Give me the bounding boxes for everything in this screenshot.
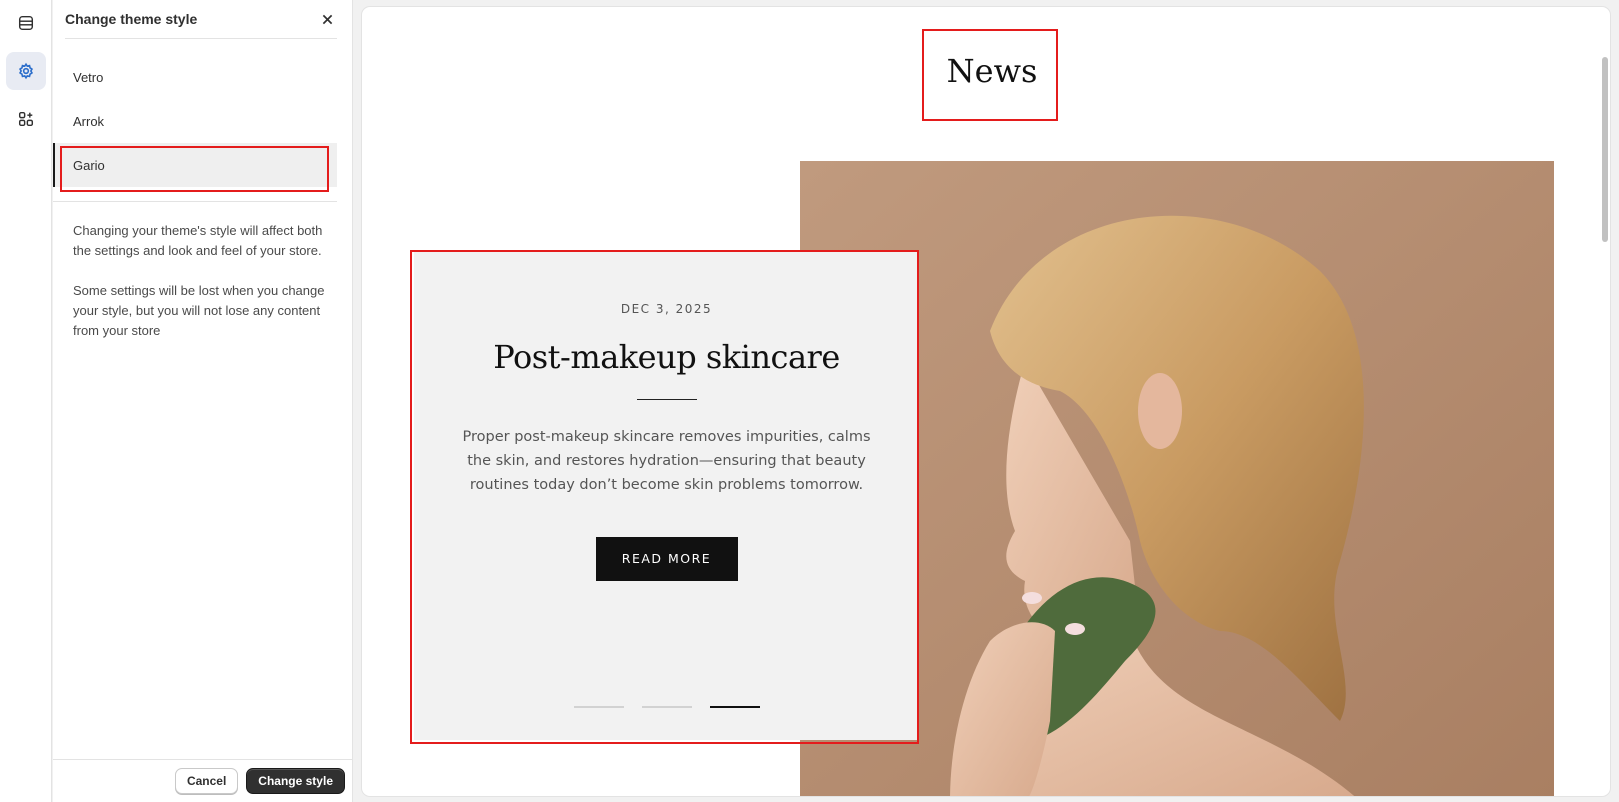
slide-dot-active[interactable] — [709, 706, 760, 708]
slideshow-pagination — [414, 706, 919, 708]
icon-rail — [0, 0, 52, 802]
news-heading: News — [946, 52, 1038, 90]
style-option-label: Gario — [73, 157, 105, 173]
read-more-button[interactable]: READ MORE — [595, 537, 738, 581]
style-option-arrok[interactable]: Arrok — [53, 99, 352, 143]
panel-header: Change theme style — [65, 0, 337, 39]
help-paragraph: Changing your theme's style will affect … — [73, 223, 323, 258]
storefront-preview: News DEC 3, 2025 Post-makeup skincare Pr… — [362, 7, 1610, 796]
title-divider — [636, 399, 697, 400]
slide-dot[interactable] — [573, 706, 624, 708]
slide-dot[interactable] — [641, 706, 692, 708]
style-option-gario[interactable]: Gario — [53, 143, 337, 192]
preview-scrollbar[interactable] — [1600, 7, 1610, 796]
style-option-label: Vetro — [73, 69, 104, 85]
help-text: Changing your theme's style will affect … — [53, 202, 352, 341]
article-title[interactable]: Post-makeup skincare — [414, 338, 919, 376]
change-theme-style-panel: Change theme style Vetro Arrok Gario Cha… — [53, 0, 353, 802]
sections-button[interactable] — [6, 4, 46, 42]
panel-title: Change theme style — [65, 11, 198, 27]
sections-icon — [18, 15, 34, 31]
cancel-button[interactable]: Cancel — [174, 768, 239, 794]
style-option-label: Arrok — [73, 113, 105, 129]
close-button[interactable] — [317, 9, 337, 29]
scrollbar-thumb[interactable] — [1602, 57, 1608, 242]
apps-button[interactable] — [6, 100, 46, 138]
change-style-button[interactable]: Change style — [246, 768, 345, 794]
settings-button[interactable] — [6, 52, 46, 90]
help-paragraph: Some settings will be lost when you chan… — [73, 283, 325, 338]
article-excerpt: Proper post-makeup skincare removes impu… — [462, 429, 871, 493]
gear-icon — [18, 62, 34, 80]
article-card: DEC 3, 2025 Post-makeup skincare Proper … — [414, 252, 919, 740]
style-list: Vetro Arrok Gario — [53, 55, 352, 192]
article-date: DEC 3, 2025 — [620, 302, 713, 316]
panel-footer: Cancel Change style — [53, 759, 353, 802]
close-icon — [322, 14, 332, 24]
apps-icon — [18, 111, 34, 127]
style-option-vetro[interactable]: Vetro — [53, 55, 352, 99]
